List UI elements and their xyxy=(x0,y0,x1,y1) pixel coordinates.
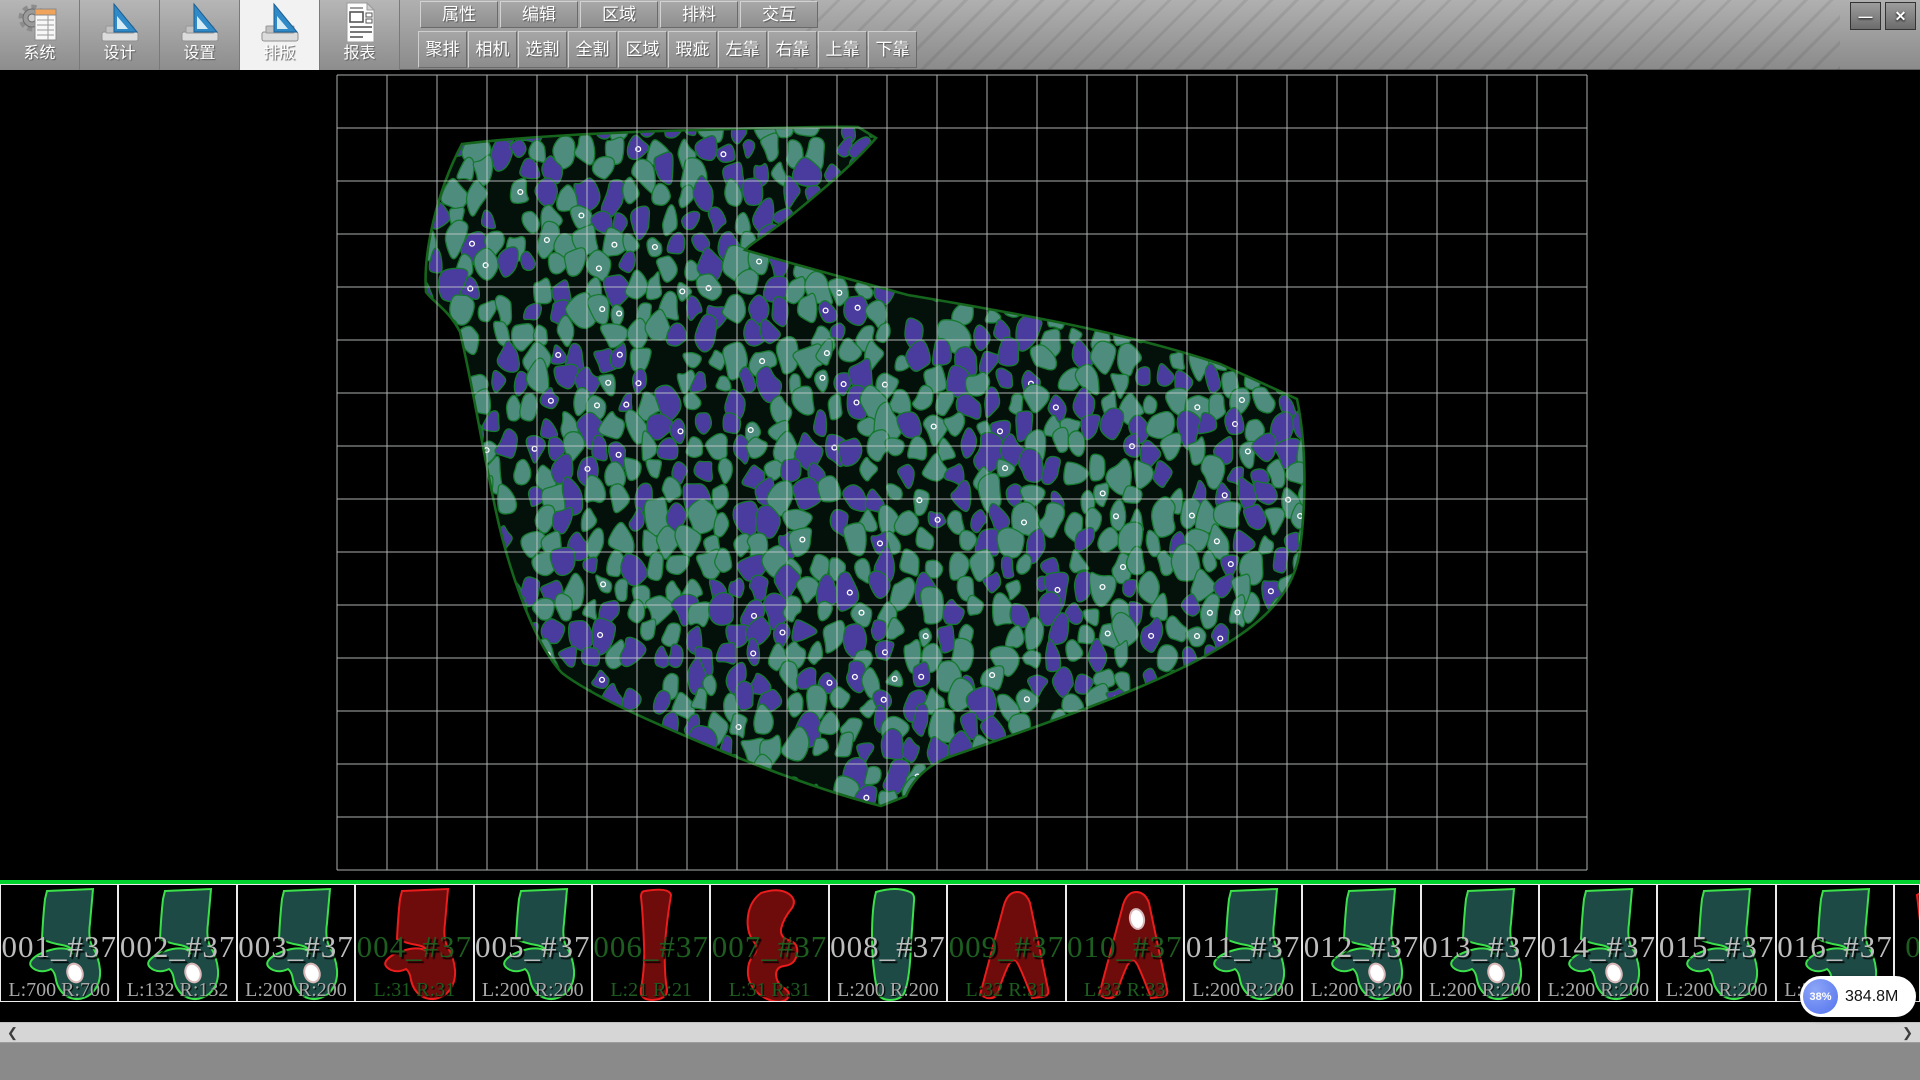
memory-badge[interactable]: 38% 384.8M xyxy=(1800,976,1916,1017)
piece-thumbnail-shape xyxy=(1540,885,1657,1002)
piece-thumbnail-shape xyxy=(711,885,828,1002)
scroll-right-arrow[interactable]: ❯ xyxy=(1902,1023,1913,1043)
piece-thumbnail-shape xyxy=(1,885,118,1002)
main-tab-label: 设计 xyxy=(103,45,135,63)
scroll-left-arrow[interactable]: ❮ xyxy=(7,1023,18,1043)
action-button-3[interactable]: 全割 xyxy=(568,31,617,68)
piece-thumbnail-shape xyxy=(1303,885,1420,1002)
thumbnail-cell[interactable]: 001_#37L:700 R:700 xyxy=(0,884,118,1002)
menu-button-row: 属性编辑区域排料交互 xyxy=(420,1,818,28)
report-icon xyxy=(337,2,383,44)
thumbnail-cell[interactable]: 008_#37L:200 R:200 xyxy=(829,884,947,1002)
menu-button-0[interactable]: 属性 xyxy=(420,1,498,28)
main-tab-settings[interactable]: 设置 xyxy=(160,0,240,70)
main-toolbar-tabs: 系统 设计 设置 排版 报表 xyxy=(0,0,400,70)
main-tab-label: 排版 xyxy=(263,45,295,63)
piece-thumbnail-shape xyxy=(119,885,236,1002)
thumbnail-cell[interactable]: 002_#37L:132 R:132 xyxy=(118,884,236,1002)
main-tab-system[interactable]: 系统 xyxy=(0,0,80,70)
memory-text: 384.8M xyxy=(1845,988,1898,1006)
action-button-4[interactable]: 区域 xyxy=(618,31,667,68)
piece-thumbnail-shape xyxy=(238,885,355,1002)
main-tab-layout[interactable]: 排版 xyxy=(240,0,320,70)
thumbnail-cell[interactable]: 005_#37L:200 R:200 xyxy=(474,884,592,1002)
close-button[interactable]: ✕ xyxy=(1885,2,1916,30)
toolbar-hatch-texture xyxy=(790,0,1840,70)
thumbnail-cell[interactable]: 007_#37L:31 R:31 xyxy=(710,884,828,1002)
main-tab-label: 系统 xyxy=(23,45,55,63)
set-square-icon xyxy=(97,2,143,44)
thumbnail-cell[interactable]: 006_#37L:21 R:21 xyxy=(592,884,710,1002)
toolbar: 系统设计设置排版报表 属性编辑区域排料交互 聚排相机选割全割区域瑕疵左靠右靠上靠… xyxy=(0,0,1920,70)
thumbnail-cell[interactable]: 015_#37L:200 R:200 xyxy=(1657,884,1775,1002)
action-button-5[interactable]: 瑕疵 xyxy=(668,31,717,68)
piece-thumbnail-shape xyxy=(1185,885,1302,1002)
action-button-2[interactable]: 选割 xyxy=(518,31,567,68)
piece-thumbnail-shape xyxy=(356,885,473,1002)
thumbnail-strip: 001_#37L:700 R:700002_#37L:132 R:132003_… xyxy=(0,884,1920,1002)
thumbnail-cell[interactable]: 010_#37L:33 R:33 xyxy=(1066,884,1184,1002)
piece-thumbnail-shape xyxy=(593,885,710,1002)
progress-circle: 38% xyxy=(1803,979,1838,1014)
action-button-1[interactable]: 相机 xyxy=(468,31,517,68)
system-gear-icon xyxy=(17,2,63,44)
status-bar xyxy=(0,1042,1920,1080)
action-button-8[interactable]: 上靠 xyxy=(818,31,867,68)
piece-thumbnail-shape xyxy=(830,885,947,1002)
thumbnail-cell[interactable]: 012_#37L:200 R:200 xyxy=(1302,884,1420,1002)
action-button-7[interactable]: 右靠 xyxy=(768,31,817,68)
thumbnail-cell[interactable]: 011_#37L:200 R:200 xyxy=(1184,884,1302,1002)
menu-button-4[interactable]: 交互 xyxy=(740,1,818,28)
piece-thumbnail-shape xyxy=(1658,885,1775,1002)
application-window: 系统设计设置排版报表 属性编辑区域排料交互 聚排相机选割全割区域瑕疵左靠右靠上靠… xyxy=(0,0,1920,1080)
thumbnail-cell[interactable]: 003_#37L:200 R:200 xyxy=(237,884,355,1002)
thumbnail-cell[interactable]: 014_#37L:200 R:200 xyxy=(1539,884,1657,1002)
horizontal-scrollbar[interactable]: ❮ ❯ xyxy=(0,1022,1920,1042)
action-button-0[interactable]: 聚排 xyxy=(418,31,467,68)
main-tab-report[interactable]: 报表 xyxy=(320,0,400,70)
set-square-icon xyxy=(257,2,303,44)
window-controls: — ✕ xyxy=(1850,2,1916,30)
thumbnail-cell[interactable]: 004_#37L:31 R:31 xyxy=(355,884,473,1002)
menu-button-2[interactable]: 区域 xyxy=(580,1,658,28)
piece-thumbnail-shape xyxy=(1422,885,1539,1002)
minimize-button[interactable]: — xyxy=(1850,2,1881,30)
main-tab-design[interactable]: 设计 xyxy=(80,0,160,70)
thumbnail-cell[interactable]: 009_#37L:32 R:31 xyxy=(947,884,1065,1002)
menu-button-1[interactable]: 编辑 xyxy=(500,1,578,28)
action-button-row: 聚排相机选割全割区域瑕疵左靠右靠上靠下靠 xyxy=(418,31,917,68)
action-button-6[interactable]: 左靠 xyxy=(718,31,767,68)
menu-button-3[interactable]: 排料 xyxy=(660,1,738,28)
thumbnail-cell[interactable]: 013_#37L:200 R:200 xyxy=(1421,884,1539,1002)
set-square-icon xyxy=(177,2,223,44)
main-tab-label: 设置 xyxy=(183,45,215,63)
piece-thumbnail-shape xyxy=(1067,885,1184,1002)
main-tab-label: 报表 xyxy=(343,45,375,63)
piece-thumbnail-shape xyxy=(475,885,592,1002)
nesting-canvas[interactable] xyxy=(0,70,1920,880)
piece-thumbnail-shape xyxy=(948,885,1065,1002)
action-button-9[interactable]: 下靠 xyxy=(868,31,917,68)
